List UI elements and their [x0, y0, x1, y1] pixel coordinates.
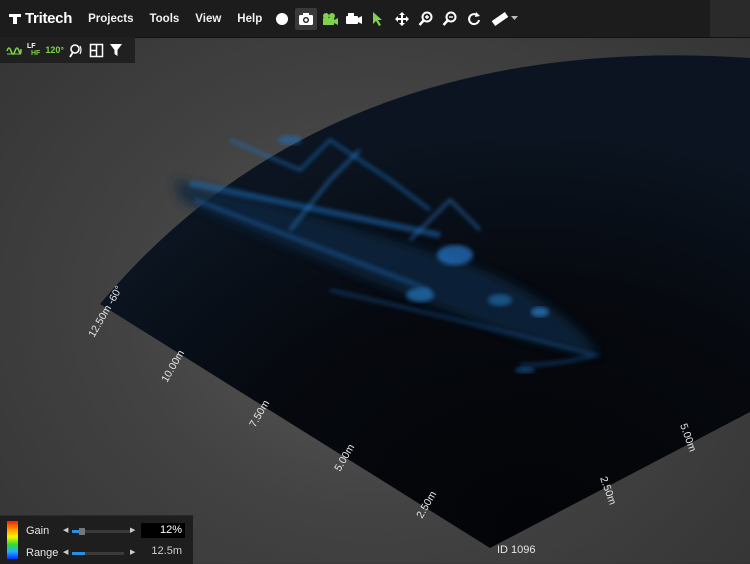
aperture-label: 120° — [45, 45, 64, 55]
menu-view[interactable]: View — [187, 13, 229, 25]
color-palette[interactable] — [7, 521, 18, 559]
logo: Tritech — [8, 10, 72, 27]
sonar-toolbar: LF HF 120° — [0, 37, 135, 63]
pointer-icon — [373, 11, 383, 26]
zoom-out-icon — [442, 11, 457, 26]
range-slider[interactable] — [72, 552, 124, 555]
snapshot-button[interactable] — [295, 7, 318, 30]
move-icon — [395, 11, 410, 26]
menu-projects[interactable]: Projects — [80, 13, 141, 25]
image-id-label: ID 1096 — [497, 544, 536, 556]
gain-slider-fill — [72, 530, 80, 533]
tritech-logo-icon — [9, 13, 21, 24]
record-icon — [276, 12, 289, 25]
zoom-in-icon — [418, 11, 433, 26]
logo-text: Tritech — [25, 10, 73, 27]
range-label-7-50m: 7.50m — [247, 398, 272, 429]
frequency-indicator: LF HF — [27, 43, 40, 57]
pan-tool-button[interactable] — [391, 8, 413, 30]
record-button[interactable] — [271, 8, 293, 30]
playback-button[interactable] — [343, 8, 365, 30]
range-slider-fill — [72, 552, 85, 555]
range-decrease-arrow[interactable]: ◀ — [63, 548, 68, 556]
frequency-lf-label: LF — [27, 43, 36, 50]
frequency-hf-label: HF — [31, 50, 41, 57]
zoom-out-button[interactable] — [439, 8, 461, 30]
ruler-icon — [491, 11, 508, 26]
gain-decrease-arrow[interactable]: ◀ — [63, 526, 68, 534]
gain-label: Gain — [26, 525, 50, 537]
rotate-icon — [468, 11, 481, 25]
acoustic-button[interactable] — [69, 40, 84, 60]
filter-button[interactable] — [109, 40, 123, 60]
measure-tool-button[interactable] — [487, 8, 521, 30]
zoom-in-button[interactable] — [415, 8, 437, 30]
sonar-view[interactable]: 12.50m -60° 10.00m 7.50m 5.00m 2.50m 5.0… — [0, 0, 750, 563]
reset-view-button[interactable] — [463, 8, 485, 30]
menu-bar: Tritech Projects Tools View Help — [0, 0, 750, 38]
range-increase-arrow[interactable]: ▶ — [130, 548, 135, 556]
gain-slider-knob[interactable] — [79, 528, 86, 535]
camera-icon — [299, 12, 314, 25]
menu-tools[interactable]: Tools — [141, 13, 187, 25]
range-label: Range — [26, 547, 59, 559]
select-tool-button[interactable] — [367, 8, 389, 30]
layout-button[interactable] — [89, 40, 104, 60]
video-camera-icon — [323, 12, 339, 25]
range-label-10-00m: 10.00m — [159, 348, 187, 385]
signal-button[interactable] — [6, 40, 22, 60]
film-camera-icon — [346, 12, 363, 24]
frequency-button[interactable]: LF HF — [27, 40, 40, 60]
menu-help[interactable]: Help — [229, 13, 270, 25]
range-value: 12.5m — [151, 545, 182, 557]
gain-range-panel: Gain ◀ ▶ 12% Range ◀ ▶ 12.5m — [0, 515, 193, 564]
ear-icon — [69, 43, 82, 57]
gain-slider[interactable] — [72, 528, 132, 535]
waveform-icon — [6, 47, 22, 55]
video-button[interactable] — [319, 8, 341, 30]
aperture-button[interactable]: 120° — [45, 40, 64, 60]
filter-icon — [109, 44, 122, 56]
grid-layout-icon — [89, 43, 104, 57]
window-control-button[interactable] — [710, 0, 750, 37]
gain-value-field[interactable]: 12% — [141, 523, 185, 538]
chevron-down-icon — [510, 16, 518, 20]
gain-increase-arrow[interactable]: ▶ — [130, 526, 135, 534]
